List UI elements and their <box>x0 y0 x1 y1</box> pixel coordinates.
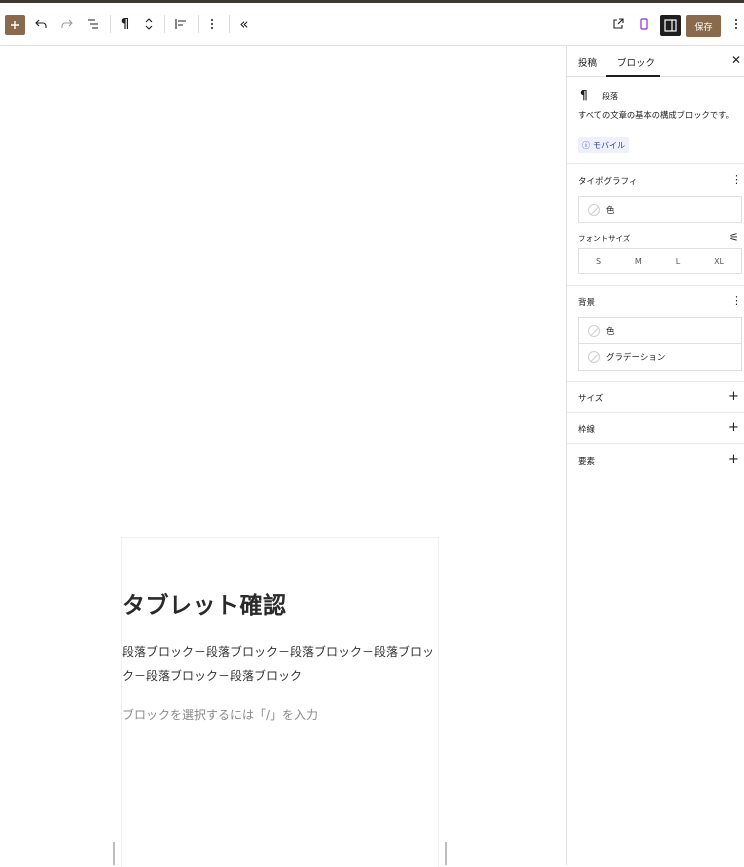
font-size-s[interactable]: S <box>596 257 601 266</box>
panel-elements-label[interactable]: 要素 <box>578 455 595 467</box>
font-size-picker: S M L XL <box>578 248 742 274</box>
list-view-icon <box>88 19 98 29</box>
double-chevron-left-icon: « <box>239 15 249 33</box>
redo-icon <box>61 19 73 28</box>
plus-icon[interactable]: + <box>728 420 739 435</box>
gradient-label: グラデーション <box>606 353 666 363</box>
paragraph-block-button[interactable]: ¶ <box>117 13 133 35</box>
close-icon[interactable]: ✕ <box>731 53 741 67</box>
preview-button[interactable] <box>610 13 626 35</box>
editor-toolbar: ¶ « 保存 <box>0 3 744 46</box>
tab-post[interactable]: 投稿 <box>578 55 597 69</box>
heading-block[interactable]: タブレット確認 <box>122 586 287 620</box>
external-link-icon <box>613 18 624 29</box>
section-divider <box>567 381 744 382</box>
font-size-xl[interactable]: XL <box>714 257 724 266</box>
resize-handle-left[interactable] <box>113 842 115 865</box>
font-size-label: フォントサイズ <box>578 234 631 243</box>
block-options-button[interactable] <box>205 13 219 35</box>
toolbar-divider <box>229 15 230 33</box>
gradient-option[interactable]: グラデーション <box>579 344 741 370</box>
paragraph-icon: ¶ <box>120 16 130 32</box>
text-color-label: 色 <box>606 206 615 216</box>
typography-options-icon[interactable]: ⋮ <box>731 173 742 186</box>
sidebar-icon <box>664 19 677 32</box>
settings-toggle-button[interactable] <box>660 15 681 36</box>
sidebar-tabs: 投稿 ブロック ✕ <box>567 46 744 77</box>
text-color-option[interactable]: 色 <box>579 197 741 223</box>
resize-handle-right[interactable] <box>445 842 447 865</box>
section-divider <box>567 163 744 164</box>
move-up-down-button[interactable] <box>142 13 156 35</box>
active-tab-indicator <box>606 75 660 77</box>
info-icon: ⓘ <box>582 140 590 150</box>
mobile-badge[interactable]: ⓘ モバイル <box>578 137 629 153</box>
block-name: 段落 <box>602 92 618 101</box>
save-button[interactable]: 保存 <box>686 15 721 37</box>
settings-sidebar: 投稿 ブロック ✕ ¶ 段落 すべての文章の基本の構成ブロックです。 ⓘ モバイ… <box>566 46 744 865</box>
more-vertical-icon <box>735 19 737 29</box>
plus-icon[interactable]: + <box>728 452 739 467</box>
font-size-l[interactable]: L <box>676 257 680 266</box>
align-left-icon <box>175 19 186 29</box>
collapse-toolbar-button[interactable]: « <box>236 13 252 35</box>
plus-icon <box>11 21 19 29</box>
device-preview-button[interactable] <box>636 13 652 35</box>
block-inserter-button[interactable] <box>5 15 25 35</box>
section-divider <box>567 412 744 413</box>
list-view-button[interactable] <box>85 13 101 35</box>
toolbar-divider <box>164 15 165 33</box>
plus-icon[interactable]: + <box>728 389 739 404</box>
toolbar-divider <box>110 15 111 33</box>
toolbar-divider <box>198 15 199 33</box>
mobile-badge-label: モバイル <box>593 140 625 150</box>
color-swatch-icon <box>588 324 600 337</box>
chevron-up-down-icon <box>145 18 153 30</box>
gradient-swatch-icon <box>588 351 600 363</box>
section-divider <box>567 443 744 444</box>
align-button[interactable] <box>173 13 189 35</box>
more-vertical-icon <box>211 19 213 29</box>
mobile-icon <box>640 18 648 30</box>
panel-border-label[interactable]: 枠線 <box>578 423 595 435</box>
background-color-box: 色 グラデーション <box>578 317 742 371</box>
editor-canvas[interactable]: タブレット確認 段落ブロック－段落ブロック－段落ブロック－段落ブロック－段落ブロ… <box>0 46 566 867</box>
background-options-icon[interactable]: ⋮ <box>731 294 742 307</box>
undo-icon <box>35 19 47 28</box>
typography-color-box: 色 <box>578 196 742 223</box>
font-size-m[interactable]: M <box>635 257 642 266</box>
background-title: 背景 <box>578 298 596 308</box>
tab-block[interactable]: ブロック <box>617 55 655 69</box>
background-color-label: 色 <box>606 326 615 337</box>
options-menu-button[interactable] <box>730 13 742 35</box>
background-color-option[interactable]: 色 <box>579 318 741 344</box>
redo-button[interactable] <box>59 13 75 35</box>
typography-title: タイポグラフィ <box>578 177 638 187</box>
block-description: すべての文章の基本の構成ブロックです。 <box>578 110 734 120</box>
block-appender-placeholder[interactable]: ブロックを選択するには「/」を入力 <box>122 706 318 723</box>
undo-button[interactable] <box>33 13 49 35</box>
custom-size-toggle-icon[interactable]: ⚟ <box>729 231 739 244</box>
paragraph-icon: ¶ <box>580 88 588 102</box>
section-divider <box>567 285 744 286</box>
panel-size-label[interactable]: サイズ <box>578 392 603 404</box>
color-swatch-icon <box>588 204 600 216</box>
paragraph-block[interactable]: 段落ブロック－段落ブロック－段落ブロック－段落ブロック－段落ブロック－段落ブロッ… <box>122 640 436 688</box>
